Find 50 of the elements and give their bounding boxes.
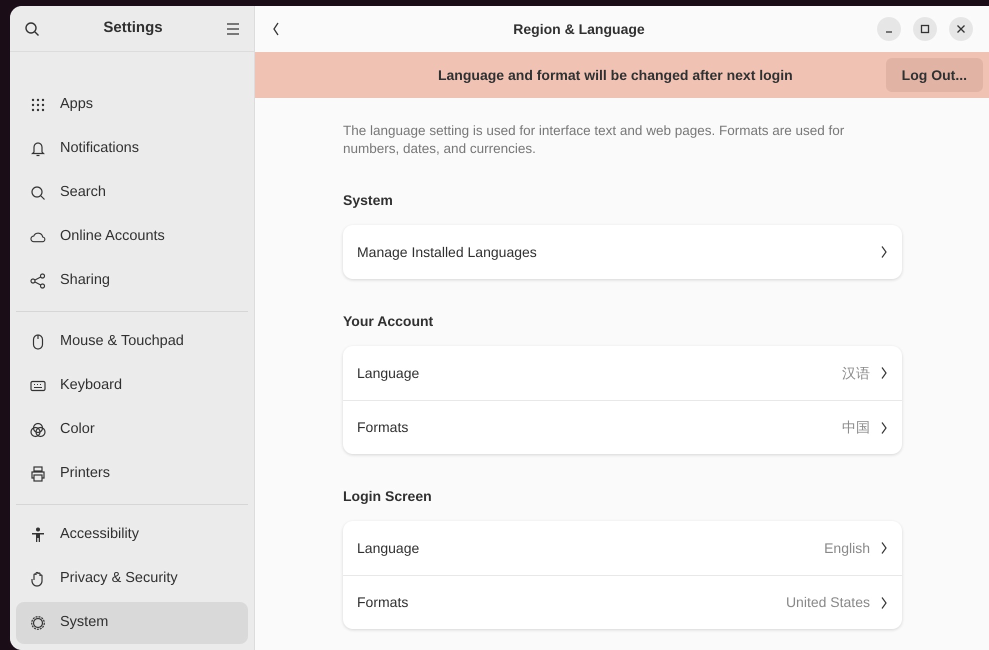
keyboard-icon bbox=[30, 380, 46, 392]
back-icon[interactable] bbox=[271, 21, 281, 37]
color-wheel-icon bbox=[30, 422, 46, 438]
sidebar-item[interactable]: Color bbox=[16, 409, 248, 451]
sidebar-item[interactable]: Printers bbox=[16, 453, 248, 495]
maximize-button[interactable] bbox=[913, 17, 937, 41]
settings-row[interactable]: Formats 中国 bbox=[343, 400, 902, 454]
settings-row[interactable]: Formats United States bbox=[343, 575, 902, 629]
description-text: The language setting is used for interface text and web pages. Formats are used for numbers, dates, and currencies. bbox=[343, 122, 846, 158]
settings-row[interactable]: Language English bbox=[343, 521, 902, 575]
sidebar-item[interactable]: Online Accounts bbox=[16, 216, 248, 258]
person-icon bbox=[31, 527, 45, 543]
sidebar-item[interactable]: System bbox=[16, 602, 248, 644]
sidebar-item[interactable]: Apps bbox=[16, 84, 248, 126]
window-title: Region & Language bbox=[512, 20, 646, 39]
chevron-right-icon bbox=[880, 366, 888, 380]
hand-icon bbox=[31, 571, 45, 587]
settings-row[interactable]: Manage Installed Languages bbox=[343, 225, 902, 279]
chevron-right-icon bbox=[880, 420, 888, 434]
sidebar-item[interactable]: Accessibility bbox=[16, 514, 248, 556]
mouse-icon bbox=[32, 334, 44, 350]
cloud-icon bbox=[30, 231, 46, 243]
log-out-button[interactable]: Log Out... bbox=[886, 58, 983, 92]
search-icon[interactable] bbox=[24, 20, 40, 36]
printer-icon bbox=[30, 466, 46, 482]
banner-message: Language and format will be changed after next login bbox=[436, 66, 794, 85]
sidebar-item[interactable]: Mouse & Touchpad bbox=[16, 321, 248, 363]
settings-row[interactable]: Language 汉语 bbox=[343, 346, 902, 400]
sidebar-title: Settings bbox=[103, 18, 163, 38]
maximize-icon bbox=[920, 24, 930, 34]
chevron-right-icon bbox=[880, 596, 888, 610]
grid-icon bbox=[31, 98, 45, 112]
menu-icon[interactable] bbox=[226, 22, 240, 34]
sidebar-item[interactable]: Sharing bbox=[16, 260, 248, 302]
close-icon bbox=[956, 24, 966, 34]
chevron-right-icon bbox=[880, 245, 888, 259]
gear-icon bbox=[30, 615, 46, 631]
search-icon bbox=[30, 185, 46, 201]
sidebar-item[interactable]: Keyboard bbox=[16, 365, 248, 407]
share-icon bbox=[30, 273, 46, 289]
sidebar-item[interactable]: Search bbox=[16, 172, 248, 214]
bell-icon bbox=[31, 141, 45, 157]
section-heading: Your Account bbox=[343, 312, 434, 331]
section-heading: System bbox=[343, 191, 394, 210]
section-heading: Login Screen bbox=[343, 487, 433, 506]
minimize-icon bbox=[885, 31, 893, 33]
chevron-right-icon bbox=[880, 541, 888, 555]
close-button[interactable] bbox=[949, 17, 973, 41]
sidebar-item[interactable]: Privacy & Security bbox=[16, 558, 248, 600]
sidebar-item[interactable]: Notifications bbox=[16, 128, 248, 170]
